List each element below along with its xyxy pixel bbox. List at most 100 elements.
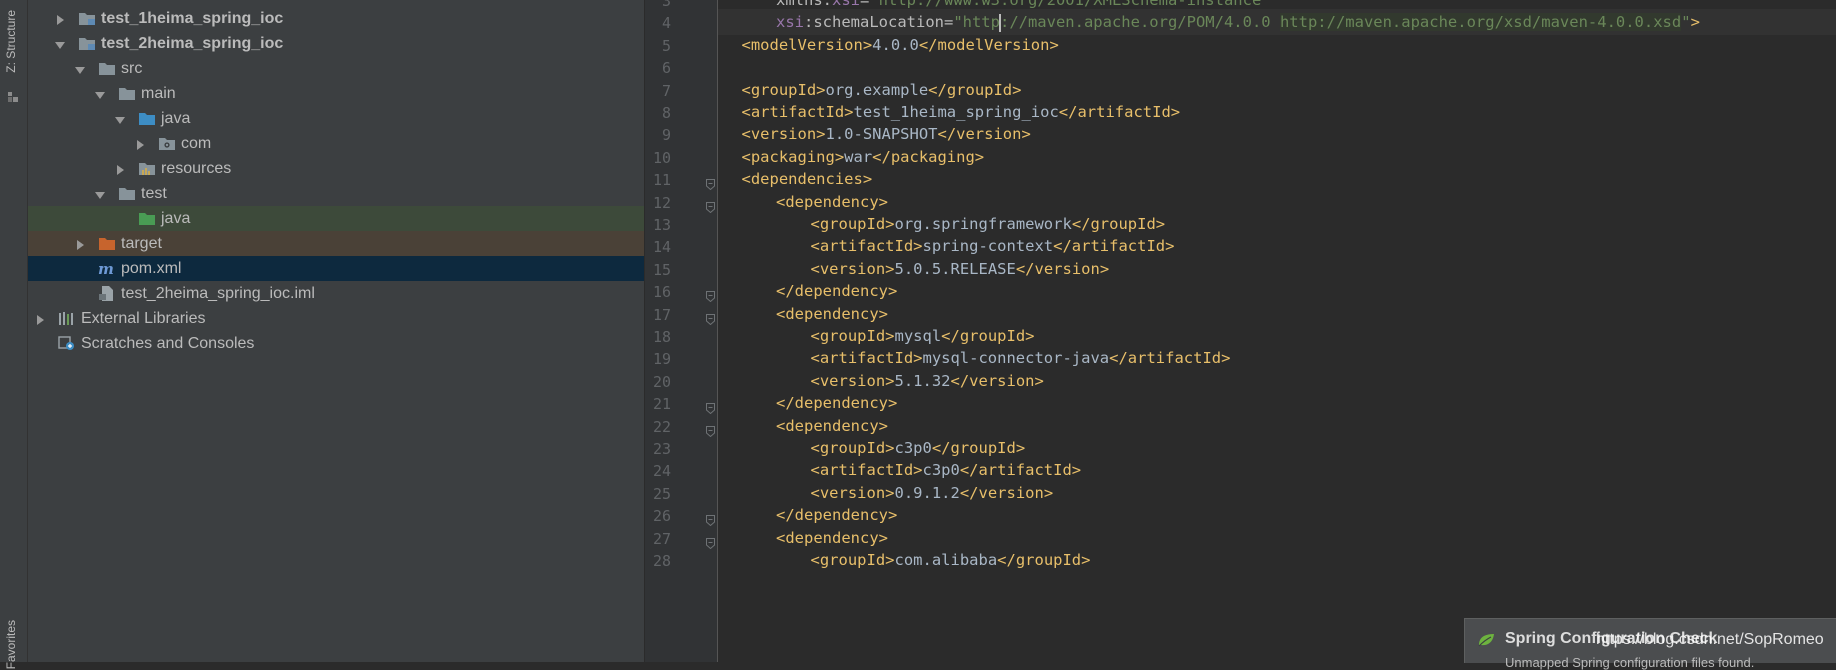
project-tree-item-label: test_2heima_spring_ioc.iml [121, 284, 315, 302]
maven-file-icon: m [98, 260, 116, 278]
code-token: <groupId> [810, 551, 895, 569]
code-token: org.springframework [894, 215, 1072, 233]
project-tree-item-label: java [161, 209, 191, 227]
code-token: <version> [810, 371, 895, 390]
line-number: 26 [652, 507, 671, 526]
project-tree-item[interactable]: test_2heima_spring_ioc [28, 31, 644, 56]
line-number: 28 [652, 552, 671, 570]
code-token: <groupId> [810, 215, 895, 233]
project-tree-item[interactable]: test_2heima_spring_ioc.iml [28, 281, 644, 306]
code-token: xmlns: [776, 0, 832, 9]
project-tree-item-label: target [121, 234, 162, 252]
editor-gutter[interactable]: 3 4 5 6 7 8 9 10 11 12 13 14 15 16 17 18 19 20 21 22 23 24 25 2… [645, 0, 718, 662]
line-number: 24 [652, 462, 671, 481]
line-number: 19 [652, 350, 671, 369]
code-token: ://maven.apache.org/POM/4.0.0 [999, 13, 1280, 32]
line-number: 15 [652, 260, 671, 279]
project-tree-item[interactable]: target [28, 231, 644, 256]
no-arrow-spacer [74, 288, 86, 300]
expand-arrow-right-icon[interactable] [134, 138, 146, 150]
project-tree-item-label: test_2heima_spring_ioc [101, 34, 284, 52]
code-line[interactable]: <groupId>com.alibaba</groupId> [645, 547, 1836, 573]
line-number: 27 [652, 529, 671, 548]
code-token: <dependency> [776, 192, 888, 211]
code-editor[interactable]: xmlns:xsi="http://www.w3.org/2001/XMLSch… [645, 0, 1836, 662]
code-token: org.example [825, 80, 929, 99]
package-icon [158, 136, 176, 151]
code-token: <dependencies> [741, 170, 873, 189]
code-token: c3p0 [922, 461, 960, 480]
project-tree-item[interactable]: Scratches and Consoles [28, 331, 644, 356]
code-token: </version> [937, 125, 1031, 144]
fold-marker-icon[interactable] [706, 534, 715, 549]
code-token: war [844, 147, 873, 166]
spring-leaf-icon [1478, 634, 1494, 647]
expand-arrow-right-icon[interactable] [74, 238, 86, 250]
project-tree-item[interactable]: External Libraries [28, 306, 644, 331]
scratches-icon [58, 336, 76, 351]
expand-arrow-right-icon[interactable] [54, 13, 66, 25]
expand-arrow-down-icon[interactable] [54, 38, 66, 50]
fold-marker-icon[interactable] [706, 422, 715, 437]
fold-marker-icon[interactable] [706, 287, 715, 303]
expand-arrow-down-icon[interactable] [94, 188, 106, 200]
expand-arrow-down-icon[interactable] [74, 63, 86, 75]
excluded-folder-icon [98, 236, 116, 251]
code-token: </artifactId> [1109, 349, 1231, 368]
left-tool-strip: Z: Structure Favorites [0, 0, 28, 669]
folder-icon [118, 86, 136, 101]
code-token: " [1681, 13, 1691, 32]
project-tree-item[interactable]: test [28, 181, 644, 206]
code-token: <modelVersion> [741, 35, 873, 54]
line-number: 10 [652, 148, 671, 167]
code-token: com.alibaba [894, 551, 998, 569]
expand-arrow-down-icon[interactable] [94, 88, 106, 100]
code-token: </artifactId> [1058, 103, 1181, 121]
project-tree-item-label: Scratches and Consoles [81, 334, 255, 352]
line-number: 18 [652, 328, 671, 346]
structure-tool-tab[interactable]: Z: Structure [4, 10, 18, 73]
line-number: 16 [652, 283, 671, 302]
watermark: https://blog.csdn.net/SopRomeo [1596, 631, 1824, 648]
fold-marker-icon[interactable] [706, 399, 715, 415]
project-tree-item-label: src [121, 59, 143, 77]
line-number: 20 [652, 372, 671, 391]
line-number: 22 [652, 417, 671, 436]
project-tool-window: test_1heima_spring_ioc test_2heima_spring… [28, 0, 644, 662]
project-tree-item[interactable]: main [28, 81, 644, 106]
project-tree-item[interactable]: java [28, 106, 644, 131]
fold-marker-icon[interactable] [706, 310, 715, 325]
code-token: </version> [959, 483, 1054, 502]
expand-arrow-right-icon[interactable] [114, 163, 126, 175]
structure-icon[interactable] [8, 92, 18, 102]
code-token: <groupId> [810, 327, 895, 345]
fold-marker-icon[interactable] [706, 198, 715, 213]
project-tree-item[interactable]: test_1heima_spring_ioc [28, 6, 644, 31]
project-tree-item[interactable]: m pom.xml [28, 256, 644, 281]
code-token: mysql-connector-java [922, 349, 1110, 368]
line-number: 12 [652, 193, 671, 212]
code-token: 1.0-SNAPSHOT [825, 125, 938, 144]
code-token: <artifactId> [810, 237, 923, 256]
module-folder-icon [78, 36, 96, 51]
project-tree-item[interactable]: resources [28, 156, 644, 181]
project-tree-item[interactable]: java [28, 206, 644, 231]
code-token: <artifactId> [741, 103, 854, 121]
resources-folder-icon [138, 161, 156, 176]
code-token: 4.0.0 [872, 35, 919, 54]
expand-arrow-down-icon[interactable] [114, 113, 126, 125]
project-tree-item[interactable]: com [28, 131, 644, 156]
fold-marker-icon[interactable] [706, 175, 715, 191]
folder-icon [98, 61, 116, 76]
code-token: 5.0.5.RELEASE [894, 259, 1016, 278]
expand-arrow-right-icon[interactable] [34, 313, 46, 325]
project-tree-item-label: main [141, 84, 176, 102]
line-number: 3 [661, 0, 671, 10]
code-token: <artifactId> [810, 461, 923, 480]
code-token: <dependency> [776, 304, 888, 323]
code-token: <version> [741, 125, 826, 144]
project-tree-item[interactable]: src [28, 56, 644, 81]
line-number: 9 [661, 126, 671, 145]
fold-marker-icon[interactable] [706, 511, 715, 527]
code-token: "http://www.w3.org/2001/XMLSchema-instan… [869, 0, 1271, 9]
